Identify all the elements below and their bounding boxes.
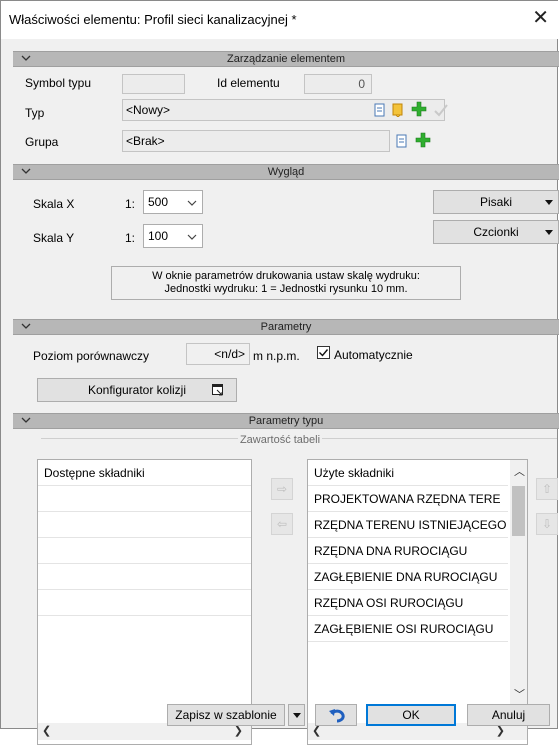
collision-button-label: Konfigurator kolizji [87,383,187,397]
list-item[interactable]: PROJEKTOWANA RZĘDNA TERE [308,486,508,512]
list-item[interactable]: RZĘDNA OSI RUROCIĄGU [308,590,508,616]
list-item[interactable]: ZAGŁĘBIENIE DNA RUROCIĄGU [308,564,508,590]
scale-y-label: Skala Y [33,231,75,245]
list-item [38,486,251,512]
properties-dialog: Właściwości elementu: Profil sieci kanal… [0,0,559,745]
cancel-button[interactable]: Anuluj [467,704,550,726]
chevron-down-icon [187,200,197,206]
list-item [38,564,251,590]
undo-icon [329,709,345,723]
group-label: Grupa [25,135,59,149]
scale-y-prefix: 1: [125,231,136,245]
table-content-title: Zawartość tabeli [237,434,323,446]
note-icon[interactable] [391,103,405,117]
section-header-appearance[interactable]: Wygląd [13,164,559,180]
info-line-2: Jednostki wydruku: 1 = Jednostki rysunku… [164,283,408,295]
add-type-icon[interactable] [411,101,427,117]
pens-button[interactable]: Pisaki [433,190,559,214]
list-item [38,538,251,564]
ok-button[interactable]: OK [366,704,456,726]
scale-y-select[interactable]: 100 [143,224,203,248]
scale-x-select[interactable]: 500 [143,190,203,214]
scroll-down-icon[interactable]: ﹀ [514,686,525,702]
print-scale-info: W oknie parametrów drukowania ustaw skal… [111,266,461,300]
available-components-list[interactable]: Dostępne składniki ❮ ❯ [37,459,252,745]
confirm-check-icon [434,104,448,117]
list-item[interactable]: RZĘDNA DNA RUROCIĄGU [308,538,508,564]
scale-y-value: 100 [148,229,169,243]
scroll-up-icon[interactable]: ︿ [514,463,525,479]
document-browse-icon[interactable] [373,103,387,117]
section-header-type-parameters[interactable]: Parametry typu [13,413,559,429]
section-title: Parametry typu [248,415,324,427]
vertical-scrollbar[interactable]: ︿ ﹀ [510,460,527,706]
document-browse-icon[interactable] [395,134,409,148]
level-unit: m n.p.m. [253,349,300,363]
fonts-button-label: Czcionki [473,225,519,239]
scale-x-label: Skala X [33,197,75,211]
open-dialog-icon [212,384,223,396]
element-id-field: 0 [304,74,372,94]
fonts-button[interactable]: Czcionki [433,220,559,244]
symbol-type-field[interactable] [122,74,185,94]
list-item[interactable]: ZAGŁĘBIENIE OSI RUROCIĄGU [308,616,508,642]
move-left-button[interactable]: ⇦ [271,513,293,535]
info-line-1: W oknie parametrów drukowania ustaw skal… [152,270,420,282]
dropdown-triangle-icon [293,713,301,718]
comparison-level-field[interactable]: <n/d> [186,343,250,365]
element-id-label: Id elementu [217,76,280,90]
add-group-icon[interactable] [415,132,431,148]
section-title: Wygląd [267,166,305,178]
used-components-list[interactable]: Użyte składniki PROJEKTOWANA RZĘDNA TERE… [307,459,528,745]
title-bar: Właściwości elementu: Profil sieci kanal… [1,1,559,39]
pens-button-label: Pisaki [479,195,512,209]
scroll-thumb[interactable] [512,486,525,536]
move-up-button[interactable]: ⇧ [536,478,558,500]
save-template-dropdown[interactable] [288,704,305,726]
dropdown-triangle-icon [545,200,553,205]
close-icon[interactable]: ✕ [532,8,549,28]
auto-label: Automatycznie [334,348,413,362]
scale-x-value: 500 [148,195,169,209]
window-title: Właściwości elementu: Profil sieci kanal… [9,12,297,27]
list-item [38,616,251,642]
available-header: Dostępne składniki [38,460,251,486]
dropdown-triangle-icon [545,230,553,235]
comparison-level-label: Poziom porównawczy [33,349,150,363]
chevron-down-icon [187,234,197,240]
list-item [38,590,251,616]
section-header-parameters[interactable]: Parametry [13,319,559,335]
list-item[interactable]: RZĘDNA TERENU ISTNIEJĄCEGO [308,512,508,538]
collision-configurator-button[interactable]: Konfigurator kolizji [37,378,237,402]
scale-x-prefix: 1: [125,197,136,211]
type-label: Typ [25,106,45,120]
symbol-type-label: Symbol typu [25,76,92,90]
used-header: Użyte składniki [308,460,508,486]
section-title: Parametry [260,321,312,333]
section-header-management[interactable]: Zarządzanie elementem [13,51,559,67]
list-item [38,512,251,538]
move-down-button[interactable]: ⇩ [536,513,558,535]
group-field[interactable]: <Brak> [122,130,390,152]
section-title: Zarządzanie elementem [226,53,345,65]
undo-button[interactable] [315,704,357,726]
move-right-button[interactable]: ⇨ [271,478,293,500]
auto-checkbox[interactable] [317,346,330,359]
save-template-button[interactable]: Zapisz w szablonie [167,704,285,726]
table-content-groupbox-title-wrap: Zawartość tabeli [1,432,559,446]
